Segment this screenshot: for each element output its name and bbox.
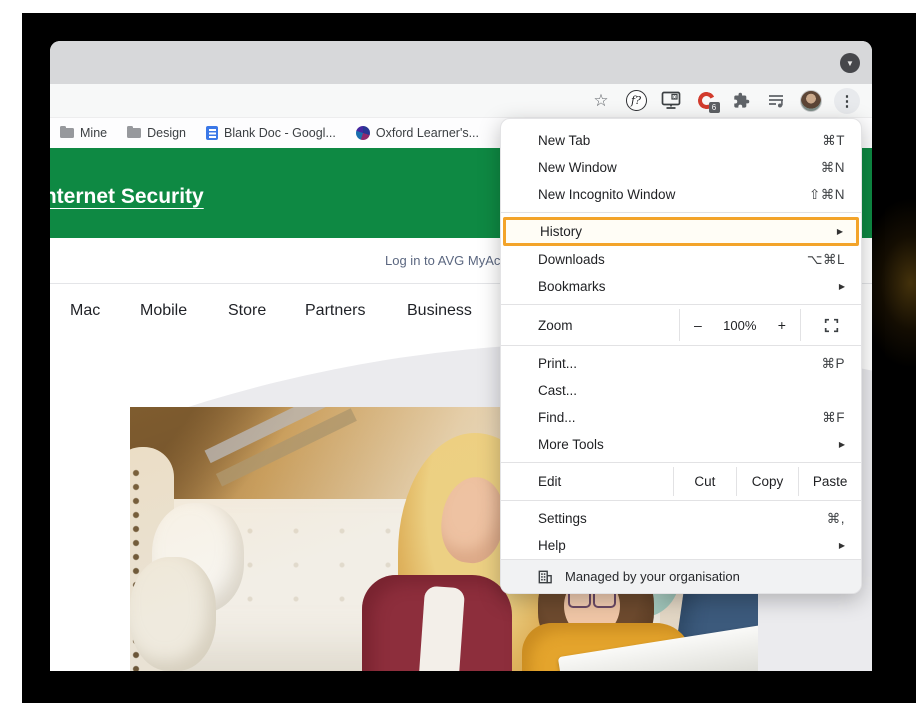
chevron-down-icon: ▼ [846, 59, 854, 68]
menu-item-new-window[interactable]: New Window ⌘N [501, 154, 861, 181]
menu-item-zoom: Zoom – 100% + [501, 309, 861, 341]
nav-item-mac[interactable]: Mac [70, 302, 100, 320]
zoom-out-button[interactable]: – [694, 317, 702, 333]
tab-search-button[interactable]: ▼ [840, 53, 860, 73]
menu-item-cast[interactable]: Cast... [501, 377, 861, 404]
menu-separator [501, 304, 861, 305]
menu-item-new-incognito-window[interactable]: New Incognito Window ⇧⌘N [501, 181, 861, 208]
zoom-in-button[interactable]: + [778, 317, 786, 333]
fullscreen-icon [824, 318, 839, 333]
fullscreen-button[interactable] [801, 309, 861, 341]
menu-item-label: New Incognito Window [538, 187, 675, 202]
organisation-building-icon [538, 570, 552, 584]
kebab-menu-icon: ⋮ [840, 92, 855, 110]
menu-item-label: Edit [501, 467, 673, 496]
menu-item-edit: Edit Cut Copy Paste [501, 467, 861, 496]
media-queue-button[interactable] [764, 89, 788, 113]
extensions-button[interactable] [729, 89, 753, 113]
menu-item-print[interactable]: Print... ⌘P [501, 350, 861, 377]
menu-item-label: Settings [538, 511, 587, 526]
shortcut-label: ⌘, [827, 511, 845, 527]
screen-cast-extension-button[interactable]: 0 [659, 89, 683, 113]
browser-dropdown-menu: New Tab ⌘T New Window ⌘N New Incognito W… [500, 118, 862, 594]
page-title-link[interactable]: Internet Security [50, 185, 204, 209]
menu-item-label: Find... [538, 410, 576, 425]
menu-item-new-tab[interactable]: New Tab ⌘T [501, 127, 861, 154]
bookmark-label: Oxford Learner's... [376, 126, 479, 140]
menu-item-label: Zoom [501, 309, 679, 341]
shortcut-label: ⌥⌘L [807, 252, 845, 268]
avatar [800, 90, 822, 112]
window-titlebar: ▼ [50, 41, 872, 84]
menu-item-label: Help [538, 538, 566, 553]
browser-toolbar: ☆ f? 0 6 [50, 84, 872, 117]
nav-item-business[interactable]: Business [407, 302, 472, 320]
menu-item-more-tools[interactable]: More Tools ▶ [501, 431, 861, 458]
edit-cut-button[interactable]: Cut [673, 467, 736, 496]
menu-item-label: History [540, 224, 582, 239]
folder-icon [127, 128, 141, 138]
submenu-arrow-icon: ▶ [839, 282, 845, 291]
shortcut-label: ⌘P [821, 356, 845, 372]
submenu-arrow-icon: ▶ [839, 440, 845, 449]
nav-item-partners[interactable]: Partners [305, 302, 365, 320]
shortcut-label: ⌘F [822, 410, 845, 426]
menu-item-label: Print... [538, 356, 577, 371]
folder-icon [60, 128, 74, 138]
bookmark-star-button[interactable]: ☆ [589, 89, 613, 113]
edit-copy-button[interactable]: Copy [736, 467, 799, 496]
bookmark-label: Blank Doc - Googl... [224, 126, 336, 140]
menu-item-settings[interactable]: Settings ⌘, [501, 505, 861, 532]
google-doc-icon [206, 126, 218, 140]
zoom-controls: – 100% + [679, 309, 801, 341]
bookmark-folder-mine[interactable]: Mine [60, 126, 107, 140]
menu-separator [501, 212, 861, 213]
puzzle-icon [733, 92, 750, 109]
submenu-arrow-icon: ▶ [839, 541, 845, 550]
menu-item-bookmarks[interactable]: Bookmarks ▶ [501, 273, 861, 300]
managed-by-organisation-row[interactable]: Managed by your organisation [501, 559, 861, 593]
profile-button[interactable] [799, 89, 823, 113]
zoom-level-value: 100% [723, 318, 756, 333]
menu-item-label: Bookmarks [538, 279, 606, 294]
playlist-icon [767, 92, 785, 109]
red-c-extension-button[interactable]: 6 [694, 89, 718, 113]
menu-item-label: More Tools [538, 437, 604, 452]
menu-item-label: Cast... [538, 383, 577, 398]
menu-item-label: New Tab [538, 133, 590, 148]
browser-menu-button[interactable]: ⋮ [834, 88, 860, 114]
screenshot-stage: ▼ ☆ f? 0 6 [0, 0, 916, 723]
nav-item-mobile[interactable]: Mobile [140, 302, 187, 320]
menu-separator [501, 345, 861, 346]
managed-label: Managed by your organisation [565, 569, 740, 584]
extension-badge: 6 [709, 102, 720, 113]
submenu-arrow-icon: ▶ [837, 227, 843, 236]
menu-item-label: New Window [538, 160, 617, 175]
star-icon: ☆ [593, 92, 608, 109]
menu-separator [501, 462, 861, 463]
bookmark-oxford[interactable]: Oxford Learner's... [356, 126, 479, 140]
oxford-site-icon [356, 126, 370, 140]
fx-extension-button[interactable]: f? [624, 89, 648, 113]
bookmark-label: Design [147, 126, 186, 140]
shortcut-label: ⌘N [821, 160, 845, 176]
menu-item-help[interactable]: Help ▶ [501, 532, 861, 559]
edit-paste-button[interactable]: Paste [798, 467, 861, 496]
monitor-icon: 0 [661, 91, 681, 110]
menu-separator [501, 500, 861, 501]
shortcut-label: ⇧⌘N [809, 187, 845, 203]
menu-item-history[interactable]: History ▶ [503, 217, 859, 246]
fx-icon: f? [626, 90, 647, 111]
menu-item-downloads[interactable]: Downloads ⌥⌘L [501, 246, 861, 273]
shortcut-label: ⌘T [822, 133, 845, 149]
menu-item-label: Downloads [538, 252, 605, 267]
bookmark-label: Mine [80, 126, 107, 140]
bookmark-folder-design[interactable]: Design [127, 126, 186, 140]
nav-item-store[interactable]: Store [228, 302, 266, 320]
bookmark-blank-doc[interactable]: Blank Doc - Googl... [206, 126, 336, 140]
menu-item-find[interactable]: Find... ⌘F [501, 404, 861, 431]
red-c-icon: 6 [698, 92, 715, 109]
